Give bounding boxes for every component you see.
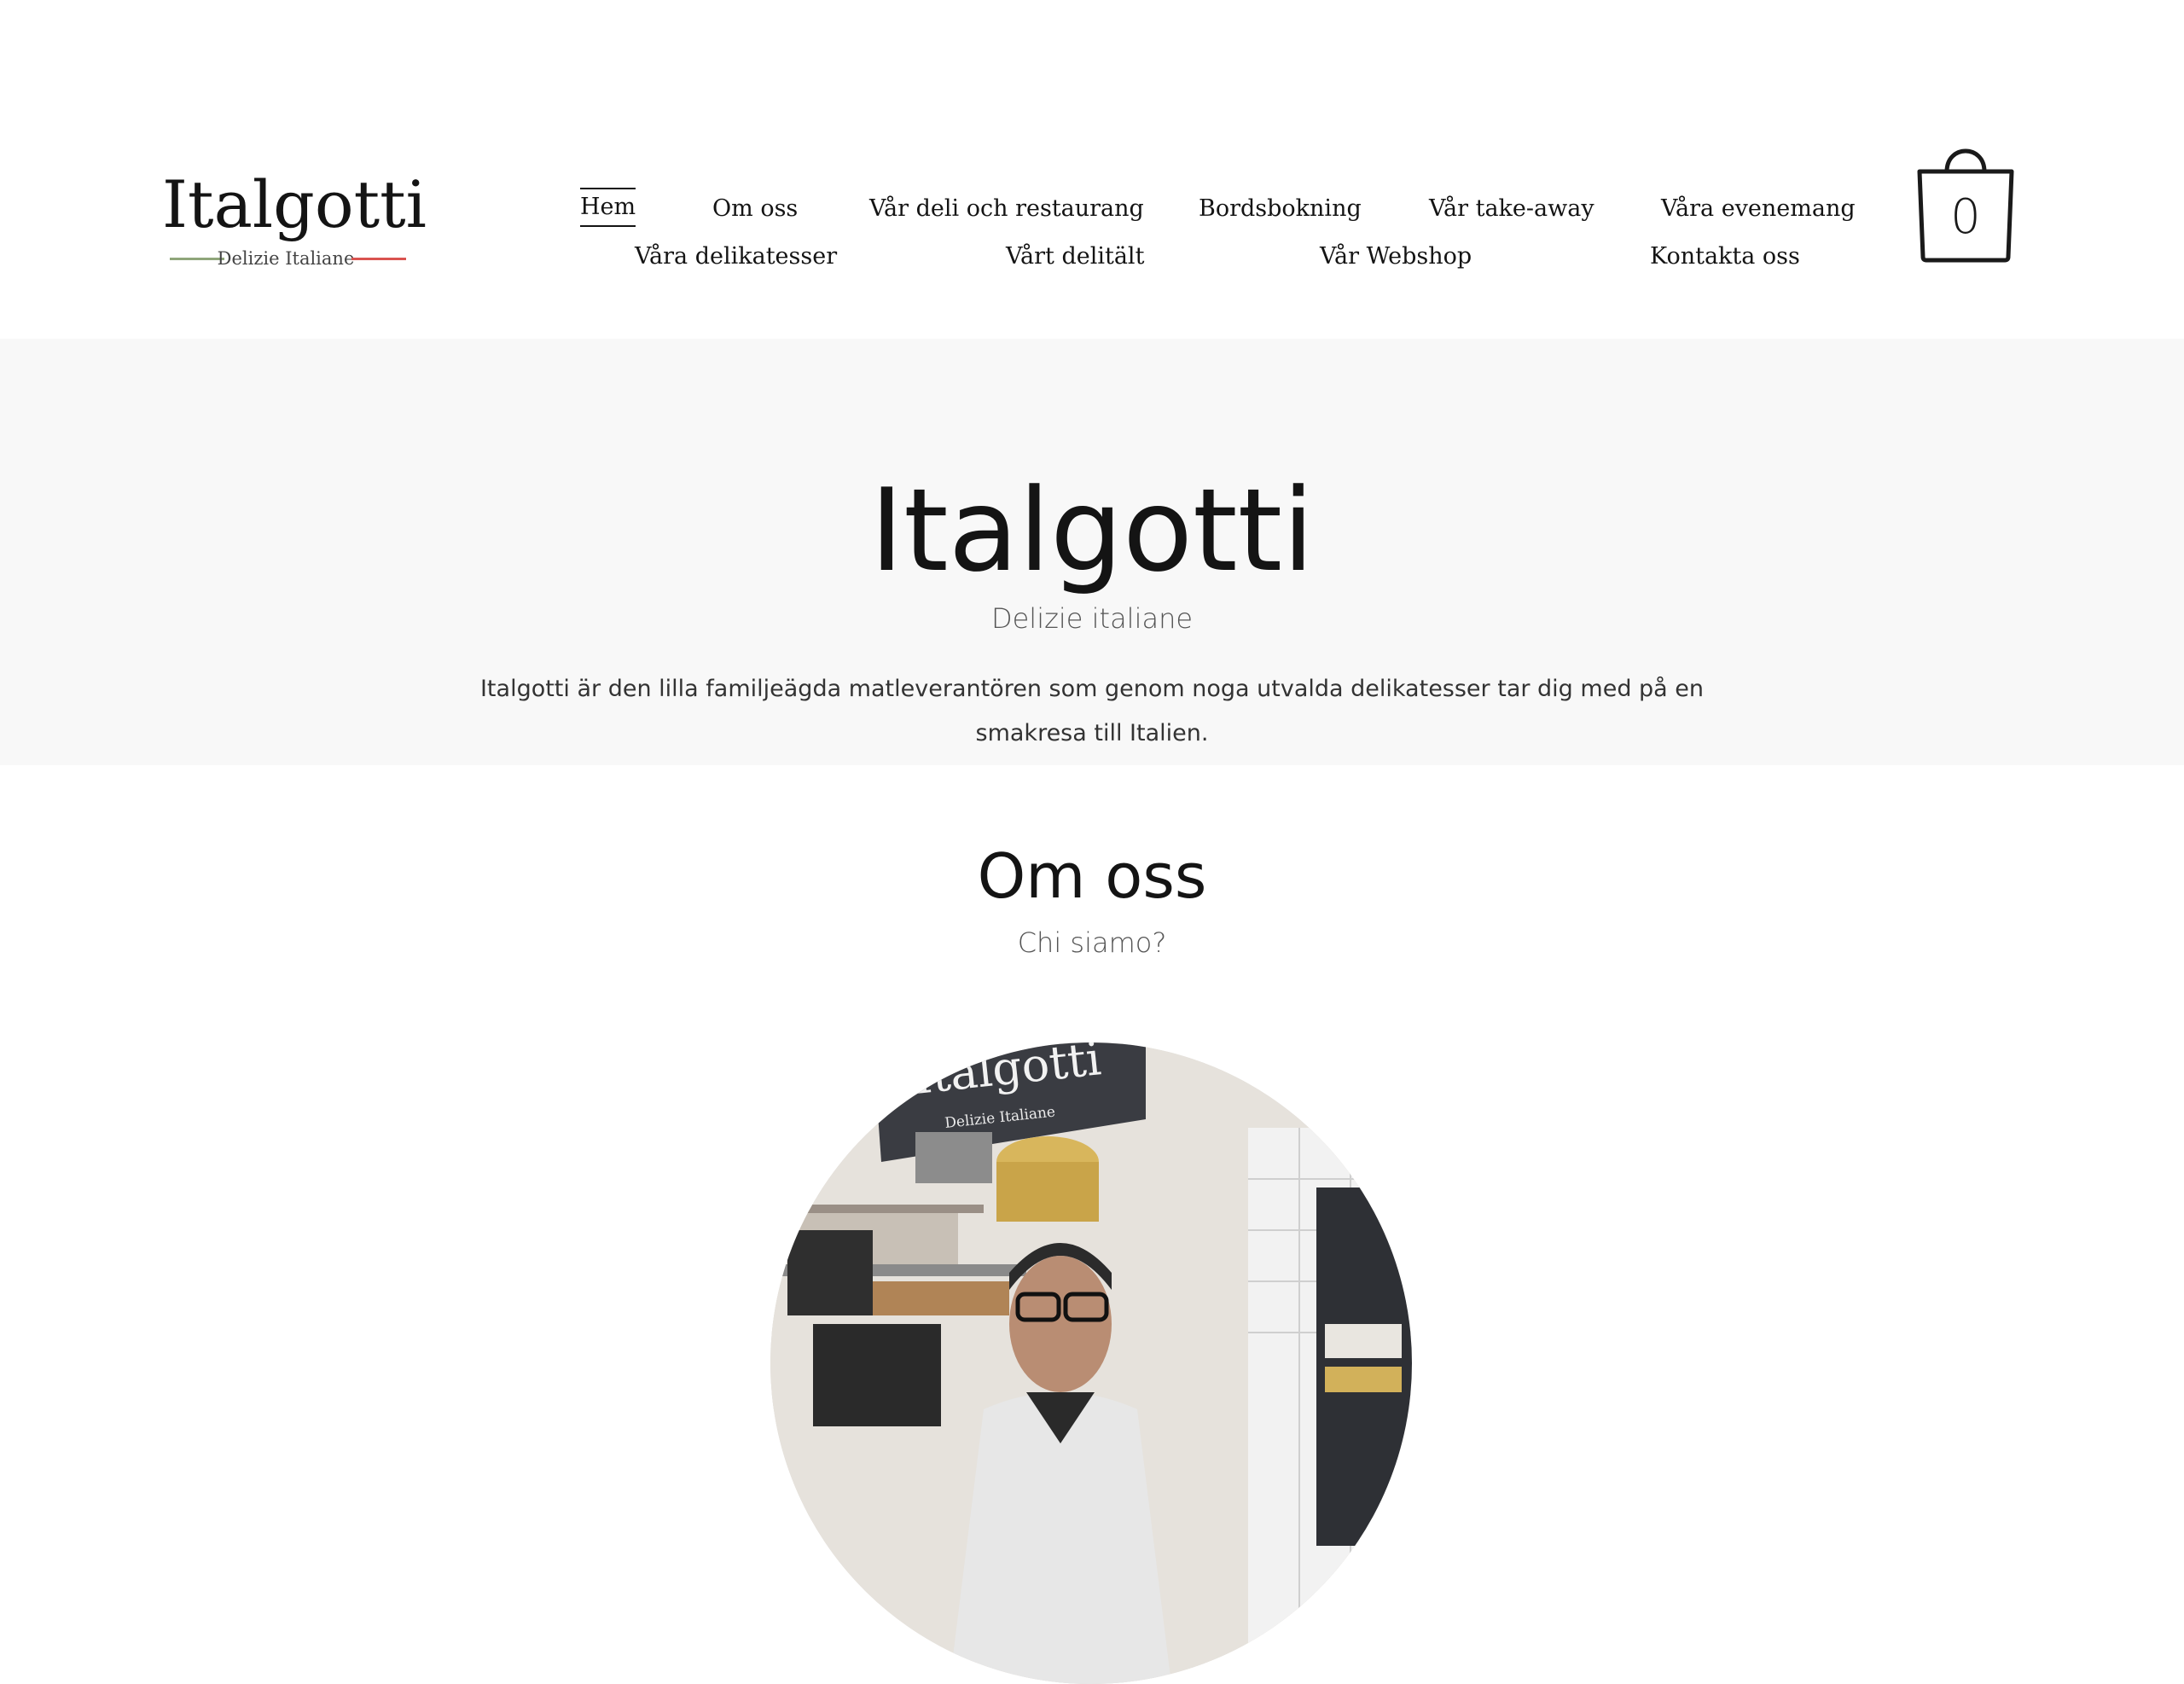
nav-item-delitalt[interactable]: Vårt delitält bbox=[1006, 240, 1144, 274]
about-subtitle: Chi siamo? bbox=[1017, 926, 1167, 959]
main-navigation: Hem Om oss Vår deli och restaurang Bords… bbox=[0, 0, 2184, 339]
nav-item-bordsbokning[interactable]: Bordsbokning bbox=[1199, 192, 1362, 226]
nav-item-evenemang[interactable]: Våra evenemang bbox=[1661, 192, 1856, 226]
about-title: Om oss bbox=[977, 840, 1207, 912]
cart-count: 0 bbox=[1950, 189, 1981, 245]
hero-title: Italgotti bbox=[869, 464, 1315, 597]
owner-photo: Italgotti Delizie Italiane bbox=[770, 1042, 1412, 1684]
nav-item-deli-och-restaurang[interactable]: Vår deli och restaurang bbox=[869, 192, 1144, 226]
shopping-cart-button[interactable]: 0 bbox=[1916, 141, 2015, 264]
about-section: Om oss Chi siamo? Italgotti Delizie Ital… bbox=[0, 765, 2184, 1684]
hero-section: Italgotti Delizie italiane Italgotti är … bbox=[0, 339, 2184, 765]
nav-item-take-away[interactable]: Vår take-away bbox=[1429, 192, 1594, 226]
hero-description: Italgotti är den lilla familjeägda matle… bbox=[479, 676, 1705, 746]
site-header: Italgotti Delizie Italiane Hem Om oss Vå… bbox=[0, 0, 2184, 339]
nav-item-om-oss[interactable]: Om oss bbox=[712, 192, 798, 226]
nav-item-hem[interactable]: Hem bbox=[580, 188, 636, 227]
nav-item-delikatesser[interactable]: Våra delikatesser bbox=[635, 240, 837, 274]
nav-item-webshop[interactable]: Vår Webshop bbox=[1320, 240, 1472, 274]
nav-item-kontakta-oss[interactable]: Kontakta oss bbox=[1650, 240, 1800, 274]
hero-subtitle: Delizie italiane bbox=[990, 602, 1194, 635]
